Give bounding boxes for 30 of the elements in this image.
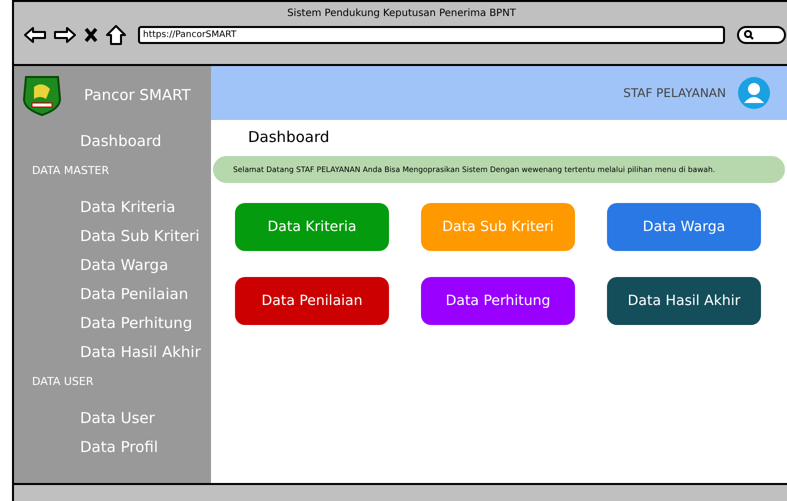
menu-tile[interactable]: Data Perhitung	[421, 277, 575, 325]
section-heading: DATA USER	[31, 374, 94, 390]
home-icon[interactable]	[106, 25, 126, 45]
search-field[interactable]	[737, 26, 786, 44]
user-avatar-icon[interactable]	[738, 77, 770, 109]
menu-tile[interactable]: Data Penilaian	[235, 277, 389, 325]
close-icon[interactable]	[84, 27, 98, 43]
sidebar-item[interactable]: Data Sub Kriteri	[14, 222, 200, 251]
forward-arrow-icon[interactable]	[54, 26, 76, 44]
menu-tile[interactable]: Data Hasil Akhir	[607, 277, 761, 325]
brand-name: Pancor SMART	[84, 86, 191, 104]
sidebar-item[interactable]: Data Kriteria	[14, 193, 176, 222]
sidebar-item[interactable]: Dashboard	[14, 124, 162, 156]
section-heading: DATA MASTER	[31, 163, 110, 179]
search-icon	[744, 30, 754, 40]
menu-tile[interactable]: Data Warga	[607, 203, 761, 251]
sidebar-item[interactable]: Data User	[14, 404, 155, 433]
shield-logo-icon	[20, 73, 64, 117]
user-name: STAF PELAYANAN	[623, 86, 726, 100]
menu-tile[interactable]: Data Kriteria	[235, 203, 389, 251]
sidebar-item[interactable]: Data Hasil Akhir	[14, 338, 201, 367]
sidebar-item[interactable]: Data Penilaian	[14, 280, 188, 309]
address-bar[interactable]: https://PancorSMART	[138, 26, 725, 44]
page-title: Dashboard	[247, 127, 330, 146]
sidebar-item[interactable]: Data Profil	[14, 433, 158, 462]
menu-tile[interactable]: Data Sub Kriteri	[421, 203, 575, 251]
sidebar-item[interactable]: Data Warga	[14, 251, 168, 280]
back-arrow-icon[interactable]	[24, 26, 46, 44]
sidebar-item[interactable]: Data Perhitung	[14, 309, 192, 338]
window-title: Sistem Pendukung Keputusan Penerima BPNT	[286, 7, 517, 19]
